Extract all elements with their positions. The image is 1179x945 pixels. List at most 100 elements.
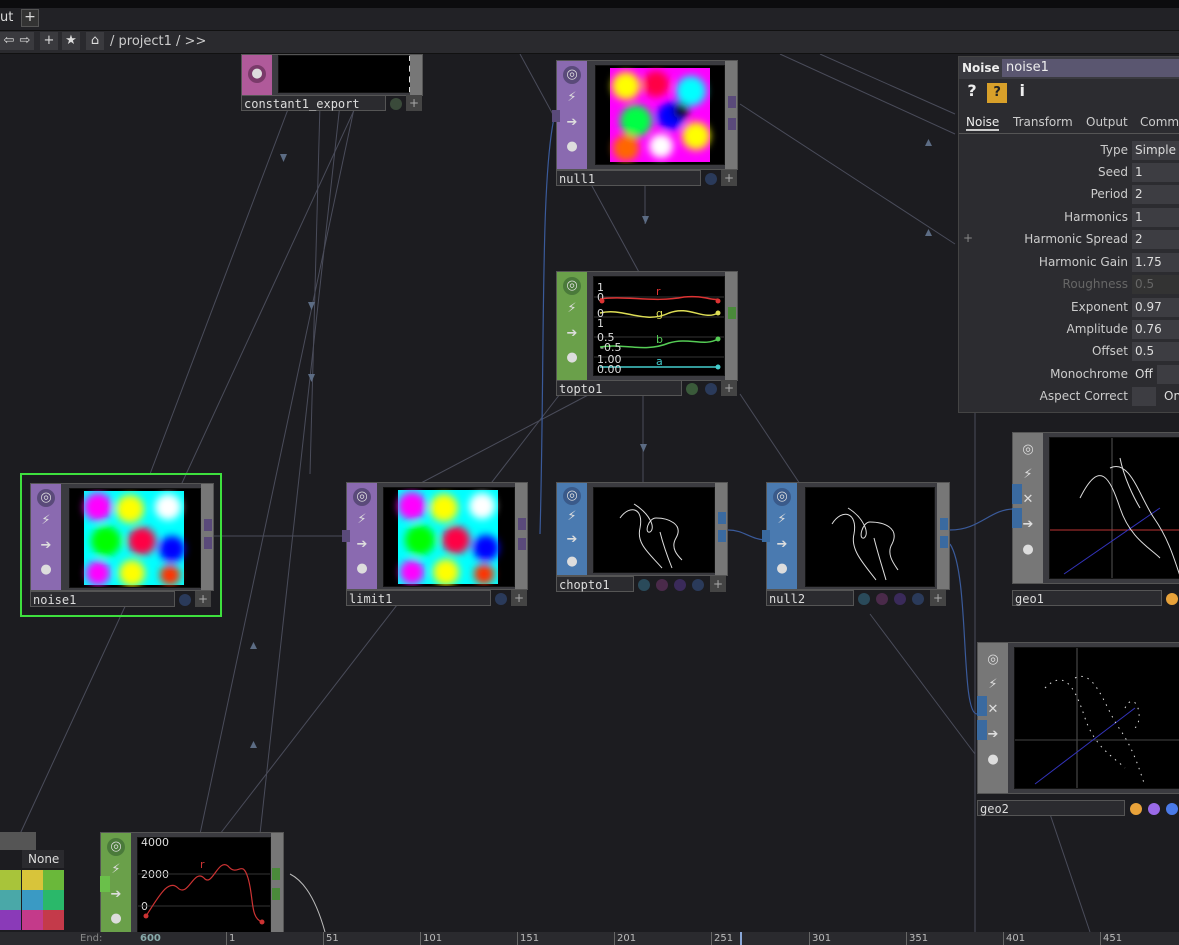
expand-plus-icon[interactable]: +	[963, 231, 973, 245]
input-port[interactable]	[977, 696, 987, 716]
display-arrow-icon[interactable]: ➔	[37, 537, 55, 555]
harmonic-gain-field[interactable]: 1.75	[1132, 253, 1179, 272]
swatch-cell[interactable]	[0, 890, 21, 910]
node-name[interactable]: topto1	[556, 380, 682, 396]
node-name[interactable]: geo2	[977, 800, 1125, 816]
end-frame-field[interactable]: 600	[140, 933, 161, 944]
exponent-field[interactable]: 0.97	[1132, 298, 1179, 317]
render-flag[interactable]	[656, 579, 668, 591]
node-plus-button[interactable]: +	[930, 590, 946, 606]
input-port[interactable]	[552, 110, 560, 122]
viewer-icon[interactable]: ◎	[563, 66, 581, 84]
tab-output[interactable]: Output	[1086, 115, 1128, 129]
output-port[interactable]	[272, 888, 280, 900]
render-flag[interactable]	[1148, 803, 1160, 815]
lock-icon[interactable]: ●	[563, 553, 581, 571]
node-chopto1[interactable]: ◎ ⚡ ➔ ● chopto1 +	[556, 482, 728, 596]
home-icon[interactable]: ⌂	[86, 32, 104, 50]
python-help-icon[interactable]: ?	[987, 83, 1008, 103]
output-port[interactable]	[728, 307, 736, 319]
input-port[interactable]	[762, 530, 770, 542]
period-field[interactable]: 2	[1132, 185, 1179, 204]
output-port[interactable]	[204, 537, 212, 549]
node-plus-button[interactable]: +	[195, 591, 211, 607]
bypass-icon[interactable]: ⚡	[563, 89, 581, 107]
display-flag[interactable]	[1166, 593, 1178, 605]
parameter-dialog[interactable]: Noise noise1 ? ? i Noise Transform Outpu…	[958, 56, 1179, 413]
bookmark-star-icon[interactable]: ★	[62, 32, 80, 50]
node-null1[interactable]: ◎ ⚡ ➔ ● null1 +	[552, 60, 738, 188]
display-flag[interactable]	[858, 593, 870, 605]
node-name[interactable]: null1	[556, 170, 701, 186]
swatch-cell[interactable]	[22, 870, 43, 890]
tab-transform[interactable]: Transform	[1013, 115, 1073, 129]
viewer-icon[interactable]: ◎	[563, 277, 581, 295]
lock-icon[interactable]: ●	[107, 910, 125, 928]
input-port[interactable]	[100, 876, 110, 892]
output-port[interactable]	[718, 512, 726, 524]
output-port[interactable]	[940, 518, 948, 530]
display-arrow-icon[interactable]: ➔	[563, 114, 581, 132]
bypass-icon[interactable]: ⚡	[37, 512, 55, 530]
bypass-icon[interactable]: ⚡	[1019, 466, 1037, 484]
lock-icon[interactable]: ●	[984, 751, 1002, 769]
operator-name-field[interactable]: noise1	[1002, 59, 1179, 77]
tab-noise[interactable]: Noise	[966, 115, 1000, 131]
output-port[interactable]	[940, 536, 948, 548]
display-flag[interactable]	[390, 98, 402, 110]
add-operator-icon[interactable]: +	[40, 32, 58, 50]
bypass-icon[interactable]: ⚡	[984, 676, 1002, 694]
output-port[interactable]	[272, 868, 280, 880]
network-path[interactable]: / project1 / >>	[110, 34, 206, 49]
swatch-cell[interactable]	[22, 910, 43, 930]
swatch-cell[interactable]	[43, 870, 64, 890]
node-chart-chop[interactable]: ◎ ⚡ ➔ ● 4000 2000 0 r	[100, 832, 284, 935]
help-icon[interactable]: ?	[962, 81, 982, 101]
swatch-cell[interactable]	[43, 910, 64, 930]
bypass-icon[interactable]: ⚡	[773, 511, 791, 529]
output-port[interactable]	[728, 96, 736, 108]
harmonics-field[interactable]: 1	[1132, 208, 1179, 227]
display-flag[interactable]	[179, 594, 191, 606]
lock-icon[interactable]: ●	[563, 138, 581, 156]
node-name[interactable]: limit1	[346, 590, 491, 606]
add-pane-tab-button[interactable]: +	[21, 9, 39, 27]
viewer-active-icon[interactable]: ●	[248, 65, 266, 83]
type-menu[interactable]: Simple	[1132, 141, 1179, 160]
node-name[interactable]: constant1_export	[241, 95, 386, 111]
render-flag[interactable]	[705, 383, 717, 395]
monochrome-toggle-switch[interactable]	[1157, 365, 1179, 384]
display-arrow-icon[interactable]: ➔	[563, 531, 581, 549]
viewer-icon[interactable]: ◎	[107, 838, 125, 856]
bypass-flag[interactable]	[912, 593, 924, 605]
node-name[interactable]: geo1	[1012, 590, 1162, 606]
lock-icon[interactable]: ●	[353, 560, 371, 578]
output-port[interactable]	[518, 538, 526, 550]
display-flag[interactable]	[686, 383, 698, 395]
info-icon[interactable]: i	[1012, 81, 1032, 101]
node-plus-button[interactable]: +	[406, 95, 422, 111]
lock-icon[interactable]: ●	[37, 561, 55, 579]
node-plus-button[interactable]: +	[511, 590, 527, 606]
node-geo2[interactable]: ◎ ⚡ ✕ ➔ ● geo2	[977, 636, 1179, 818]
input-port[interactable]	[1012, 484, 1022, 504]
input-port[interactable]	[977, 720, 987, 740]
node-limit1[interactable]: ◎ ⚡ ➔ ● limit1 +	[342, 482, 528, 610]
viewer-icon[interactable]: ◎	[984, 651, 1002, 669]
output-port[interactable]	[518, 518, 526, 530]
node-null2[interactable]: ◎ ⚡ ➔ ● null2 +	[762, 482, 950, 610]
amplitude-field[interactable]: 0.76	[1132, 320, 1179, 339]
offset-field[interactable]: 0.5	[1132, 342, 1179, 361]
display-flag[interactable]	[705, 173, 717, 185]
node-name[interactable]: noise1	[30, 591, 175, 607]
node-constant1-export[interactable]: ● constant1_export +	[241, 54, 423, 112]
node-topto1[interactable]: ◎ ⚡ ➔ ● r g b a 1 0 0 1 0.5 -0.5 1.00 0.…	[556, 271, 738, 397]
bypass-icon[interactable]: ⚡	[563, 508, 581, 526]
bypass-flag[interactable]	[692, 579, 704, 591]
swatch-cell[interactable]	[22, 890, 43, 910]
display-flag[interactable]	[1130, 803, 1142, 815]
node-noise1[interactable]: ◎ ⚡ ➔ ● noise1 +	[20, 473, 222, 617]
display-arrow-icon[interactable]: ➔	[563, 325, 581, 343]
display-arrow-icon[interactable]: ➔	[353, 536, 371, 554]
display-flag[interactable]	[495, 593, 507, 605]
